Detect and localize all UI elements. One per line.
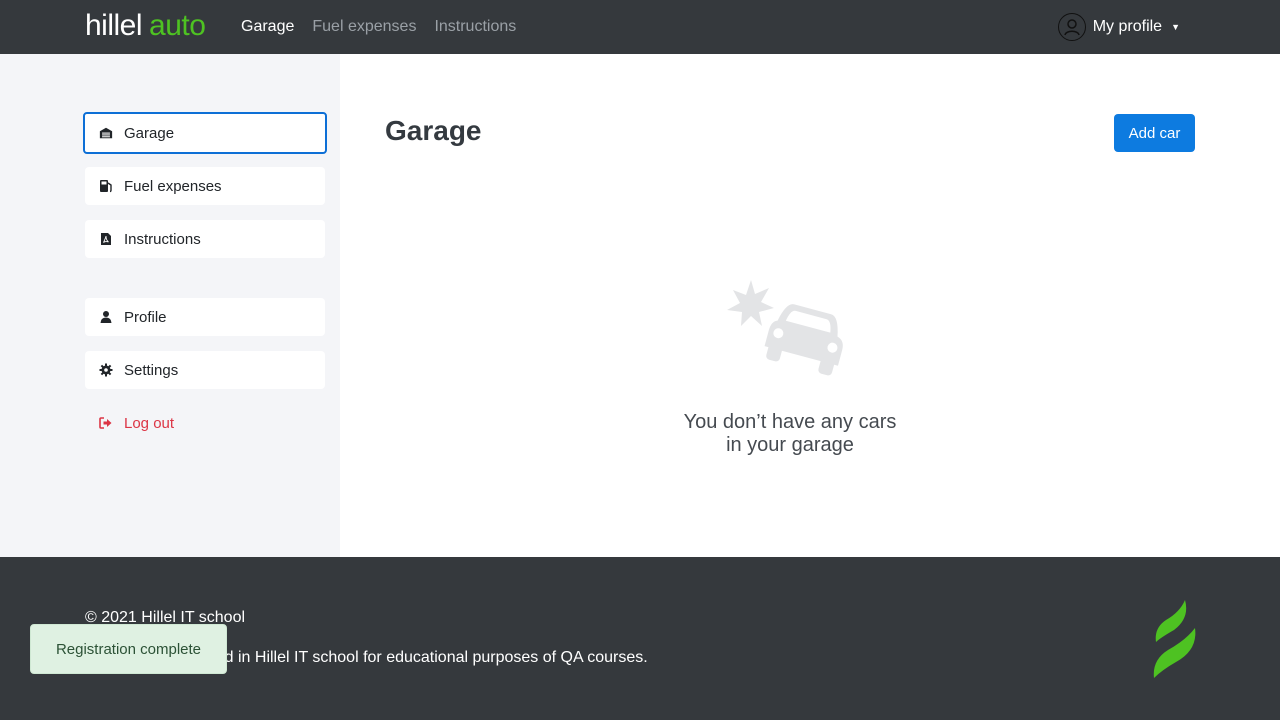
nav-instructions[interactable]: Instructions [434, 18, 516, 36]
caret-down-icon: ▼ [1171, 22, 1180, 32]
fuel-icon [99, 179, 113, 193]
sidebar-item-instructions[interactable]: Instructions [85, 220, 325, 258]
my-profile-label: My profile [1092, 18, 1163, 35]
sidebar-item-label: Instructions [124, 230, 201, 248]
sidebar-item-label: Settings [124, 361, 179, 379]
sidebar-item-label: Profile [124, 308, 167, 326]
pdf-icon [99, 232, 113, 246]
car-crash-icon [724, 278, 856, 384]
sidebar-item-settings[interactable]: Settings [85, 351, 325, 389]
logo-text-auto: auto [149, 9, 206, 42]
top-navbar: hillel auto Garage Fuel expenses Instruc… [0, 0, 1280, 54]
hillel-auto-logo[interactable]: hillel auto [85, 9, 206, 43]
garage-icon [99, 126, 113, 140]
page-title: Garage [385, 115, 482, 146]
toast-message: Registration complete [55, 640, 202, 658]
nav-garage[interactable]: Garage [241, 18, 294, 36]
logout-label: Log out [124, 414, 175, 432]
my-profile-dropdown[interactable]: My profile ▼ [1057, 13, 1180, 41]
add-car-button[interactable]: Add car [1114, 114, 1195, 152]
registration-toast[interactable]: Registration complete [30, 624, 227, 674]
user-icon [99, 310, 113, 324]
nav-fuel-expenses[interactable]: Fuel expenses [312, 18, 416, 36]
sidebar-item-profile[interactable]: Profile [85, 298, 325, 336]
logo-text-hillel: hillel [85, 9, 143, 42]
sidebar-item-fuel-expenses[interactable]: Fuel expenses [85, 167, 325, 205]
hillel-leaf-logo-icon[interactable] [1150, 598, 1198, 680]
main-nav: Garage Fuel expenses Instructions [241, 0, 516, 54]
empty-message-line-2: in your garage [726, 434, 854, 456]
sidebar-item-label: Fuel expenses [124, 177, 222, 195]
gear-icon [99, 363, 113, 377]
sidebar-item-label: Garage [124, 124, 175, 142]
avatar-icon [1057, 13, 1086, 41]
sidebar-item-garage[interactable]: Garage [83, 112, 327, 154]
empty-message-line-1: You don’t have any cars [683, 411, 897, 433]
logout-button[interactable]: Log out [85, 404, 325, 442]
logout-icon [99, 416, 113, 430]
empty-garage-message: You don’t have any cars in your garage [640, 411, 940, 457]
